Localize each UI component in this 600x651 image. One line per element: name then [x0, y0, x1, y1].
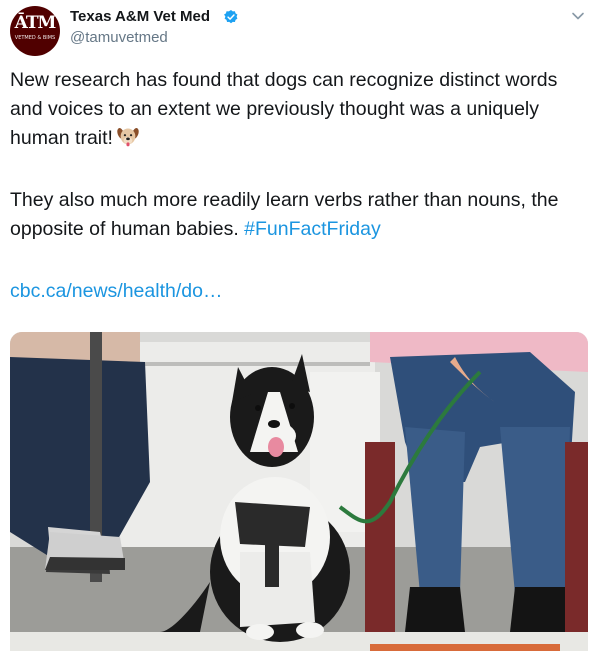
display-name[interactable]: Texas A&M Vet Med — [70, 8, 210, 26]
chevron-down-icon[interactable] — [571, 9, 585, 23]
dog-face-icon — [117, 128, 139, 147]
hashtag-link[interactable]: #FunFactFriday — [244, 218, 381, 240]
tweet-media-image[interactable] — [10, 332, 588, 651]
dog-photo — [10, 332, 588, 651]
avatar-logo-subtext: VETMED & BIMS — [14, 35, 56, 41]
tweet-text-1: New research has found that dogs can rec… — [10, 69, 558, 149]
verified-badge-icon — [224, 10, 238, 24]
tweet-text-paragraph-2: They also much more readily learn verbs … — [10, 186, 590, 244]
avatar[interactable]: ĀTM VETMED & BIMS — [10, 6, 60, 56]
tweet-text-paragraph-1: New research has found that dogs can rec… — [10, 66, 590, 153]
avatar-logo: ĀTM — [14, 13, 57, 33]
article-link[interactable]: cbc.ca/news/health/do… — [10, 277, 222, 306]
tweet-card: ĀTM VETMED & BIMS Texas A&M Vet Med @tam… — [0, 0, 600, 651]
user-handle[interactable]: @tamuvetmed — [70, 29, 168, 47]
